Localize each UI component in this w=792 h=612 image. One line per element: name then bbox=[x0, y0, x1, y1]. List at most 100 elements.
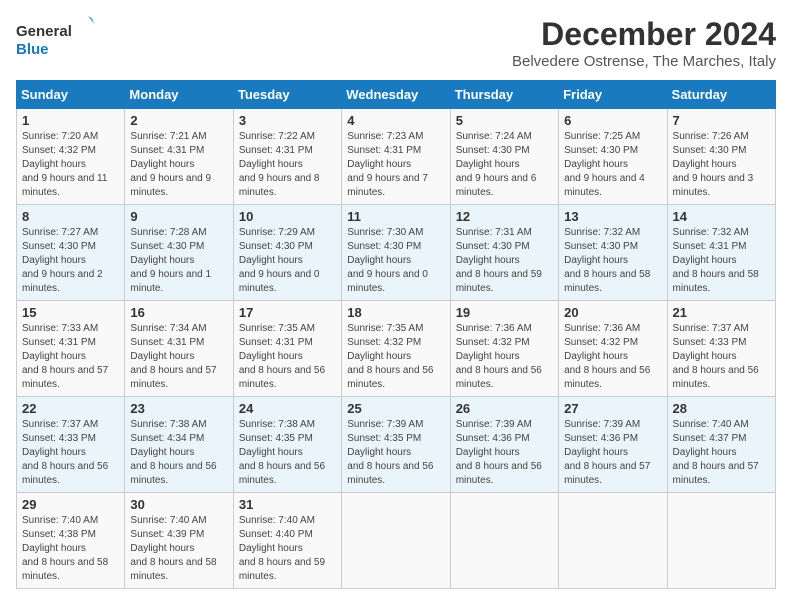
table-cell: 29 Sunrise: 7:40 AMSunset: 4:38 PMDaylig… bbox=[17, 493, 125, 589]
day-number: 11 bbox=[347, 209, 444, 224]
table-cell: 19 Sunrise: 7:36 AMSunset: 4:32 PMDaylig… bbox=[450, 301, 558, 397]
table-cell: 26 Sunrise: 7:39 AMSunset: 4:36 PMDaylig… bbox=[450, 397, 558, 493]
day-info: Sunrise: 7:22 AMSunset: 4:31 PMDaylight … bbox=[239, 131, 320, 198]
day-number: 21 bbox=[673, 305, 770, 320]
table-cell: 21 Sunrise: 7:37 AMSunset: 4:33 PMDaylig… bbox=[667, 301, 775, 397]
day-number: 18 bbox=[347, 305, 444, 320]
day-number: 24 bbox=[239, 401, 336, 416]
table-cell: 24 Sunrise: 7:38 AMSunset: 4:35 PMDaylig… bbox=[233, 397, 341, 493]
table-cell: 30 Sunrise: 7:40 AMSunset: 4:39 PMDaylig… bbox=[125, 493, 233, 589]
day-number: 3 bbox=[239, 113, 336, 128]
day-number: 29 bbox=[22, 497, 119, 512]
day-number: 15 bbox=[22, 305, 119, 320]
day-info: Sunrise: 7:38 AMSunset: 4:35 PMDaylight … bbox=[239, 419, 325, 486]
day-info: Sunrise: 7:30 AMSunset: 4:30 PMDaylight … bbox=[347, 227, 428, 294]
day-info: Sunrise: 7:39 AMSunset: 4:36 PMDaylight … bbox=[564, 419, 650, 486]
table-cell: 9 Sunrise: 7:28 AMSunset: 4:30 PMDayligh… bbox=[125, 205, 233, 301]
day-number: 13 bbox=[564, 209, 661, 224]
table-cell: 8 Sunrise: 7:27 AMSunset: 4:30 PMDayligh… bbox=[17, 205, 125, 301]
day-number: 19 bbox=[456, 305, 553, 320]
table-cell: 20 Sunrise: 7:36 AMSunset: 4:32 PMDaylig… bbox=[559, 301, 667, 397]
calendar-week-row: 22 Sunrise: 7:37 AMSunset: 4:33 PMDaylig… bbox=[17, 397, 776, 493]
day-number: 23 bbox=[130, 401, 227, 416]
col-friday: Friday bbox=[559, 81, 667, 109]
day-info: Sunrise: 7:40 AMSunset: 4:38 PMDaylight … bbox=[22, 515, 108, 582]
day-number: 14 bbox=[673, 209, 770, 224]
day-number: 16 bbox=[130, 305, 227, 320]
day-info: Sunrise: 7:31 AMSunset: 4:30 PMDaylight … bbox=[456, 227, 542, 294]
table-cell: 7 Sunrise: 7:26 AMSunset: 4:30 PMDayligh… bbox=[667, 109, 775, 205]
table-cell: 3 Sunrise: 7:22 AMSunset: 4:31 PMDayligh… bbox=[233, 109, 341, 205]
day-number: 26 bbox=[456, 401, 553, 416]
col-tuesday: Tuesday bbox=[233, 81, 341, 109]
col-thursday: Thursday bbox=[450, 81, 558, 109]
col-saturday: Saturday bbox=[667, 81, 775, 109]
logo: General Blue bbox=[16, 16, 96, 60]
day-info: Sunrise: 7:40 AMSunset: 4:40 PMDaylight … bbox=[239, 515, 325, 582]
table-cell: 14 Sunrise: 7:32 AMSunset: 4:31 PMDaylig… bbox=[667, 205, 775, 301]
day-info: Sunrise: 7:24 AMSunset: 4:30 PMDaylight … bbox=[456, 131, 537, 198]
day-number: 30 bbox=[130, 497, 227, 512]
day-number: 10 bbox=[239, 209, 336, 224]
day-number: 31 bbox=[239, 497, 336, 512]
table-cell: 31 Sunrise: 7:40 AMSunset: 4:40 PMDaylig… bbox=[233, 493, 341, 589]
day-number: 2 bbox=[130, 113, 227, 128]
day-number: 27 bbox=[564, 401, 661, 416]
table-cell: 18 Sunrise: 7:35 AMSunset: 4:32 PMDaylig… bbox=[342, 301, 450, 397]
table-cell: 15 Sunrise: 7:33 AMSunset: 4:31 PMDaylig… bbox=[17, 301, 125, 397]
day-number: 5 bbox=[456, 113, 553, 128]
table-cell bbox=[450, 493, 558, 589]
table-cell: 12 Sunrise: 7:31 AMSunset: 4:30 PMDaylig… bbox=[450, 205, 558, 301]
day-number: 9 bbox=[130, 209, 227, 224]
table-cell: 25 Sunrise: 7:39 AMSunset: 4:35 PMDaylig… bbox=[342, 397, 450, 493]
day-info: Sunrise: 7:37 AMSunset: 4:33 PMDaylight … bbox=[22, 419, 108, 486]
day-info: Sunrise: 7:36 AMSunset: 4:32 PMDaylight … bbox=[564, 323, 650, 390]
table-cell: 5 Sunrise: 7:24 AMSunset: 4:30 PMDayligh… bbox=[450, 109, 558, 205]
day-info: Sunrise: 7:40 AMSunset: 4:37 PMDaylight … bbox=[673, 419, 759, 486]
day-info: Sunrise: 7:33 AMSunset: 4:31 PMDaylight … bbox=[22, 323, 108, 390]
day-number: 12 bbox=[456, 209, 553, 224]
day-info: Sunrise: 7:23 AMSunset: 4:31 PMDaylight … bbox=[347, 131, 428, 198]
svg-text:General: General bbox=[16, 23, 72, 40]
month-title: December 2024 bbox=[512, 16, 776, 53]
col-sunday: Sunday bbox=[17, 81, 125, 109]
table-cell: 22 Sunrise: 7:37 AMSunset: 4:33 PMDaylig… bbox=[17, 397, 125, 493]
table-cell bbox=[667, 493, 775, 589]
day-number: 1 bbox=[22, 113, 119, 128]
table-cell: 16 Sunrise: 7:34 AMSunset: 4:31 PMDaylig… bbox=[125, 301, 233, 397]
day-info: Sunrise: 7:20 AMSunset: 4:32 PMDaylight … bbox=[22, 131, 107, 198]
calendar-week-row: 8 Sunrise: 7:27 AMSunset: 4:30 PMDayligh… bbox=[17, 205, 776, 301]
header-row: Sunday Monday Tuesday Wednesday Thursday… bbox=[17, 81, 776, 109]
day-info: Sunrise: 7:39 AMSunset: 4:35 PMDaylight … bbox=[347, 419, 433, 486]
logo-svg: General Blue bbox=[16, 16, 96, 60]
calendar-week-row: 15 Sunrise: 7:33 AMSunset: 4:31 PMDaylig… bbox=[17, 301, 776, 397]
table-cell: 1 Sunrise: 7:20 AMSunset: 4:32 PMDayligh… bbox=[17, 109, 125, 205]
day-info: Sunrise: 7:29 AMSunset: 4:30 PMDaylight … bbox=[239, 227, 320, 294]
day-number: 8 bbox=[22, 209, 119, 224]
table-cell: 27 Sunrise: 7:39 AMSunset: 4:36 PMDaylig… bbox=[559, 397, 667, 493]
day-info: Sunrise: 7:32 AMSunset: 4:30 PMDaylight … bbox=[564, 227, 650, 294]
day-number: 25 bbox=[347, 401, 444, 416]
table-cell: 6 Sunrise: 7:25 AMSunset: 4:30 PMDayligh… bbox=[559, 109, 667, 205]
table-cell: 17 Sunrise: 7:35 AMSunset: 4:31 PMDaylig… bbox=[233, 301, 341, 397]
table-cell: 23 Sunrise: 7:38 AMSunset: 4:34 PMDaylig… bbox=[125, 397, 233, 493]
day-number: 4 bbox=[347, 113, 444, 128]
day-info: Sunrise: 7:38 AMSunset: 4:34 PMDaylight … bbox=[130, 419, 216, 486]
calendar-week-row: 1 Sunrise: 7:20 AMSunset: 4:32 PMDayligh… bbox=[17, 109, 776, 205]
col-monday: Monday bbox=[125, 81, 233, 109]
table-cell: 11 Sunrise: 7:30 AMSunset: 4:30 PMDaylig… bbox=[342, 205, 450, 301]
table-cell bbox=[559, 493, 667, 589]
day-info: Sunrise: 7:25 AMSunset: 4:30 PMDaylight … bbox=[564, 131, 645, 198]
table-cell: 4 Sunrise: 7:23 AMSunset: 4:31 PMDayligh… bbox=[342, 109, 450, 205]
day-number: 28 bbox=[673, 401, 770, 416]
table-cell: 13 Sunrise: 7:32 AMSunset: 4:30 PMDaylig… bbox=[559, 205, 667, 301]
day-info: Sunrise: 7:40 AMSunset: 4:39 PMDaylight … bbox=[130, 515, 216, 582]
day-number: 17 bbox=[239, 305, 336, 320]
day-info: Sunrise: 7:27 AMSunset: 4:30 PMDaylight … bbox=[22, 227, 103, 294]
table-cell bbox=[342, 493, 450, 589]
day-info: Sunrise: 7:26 AMSunset: 4:30 PMDaylight … bbox=[673, 131, 754, 198]
day-info: Sunrise: 7:35 AMSunset: 4:31 PMDaylight … bbox=[239, 323, 325, 390]
day-number: 7 bbox=[673, 113, 770, 128]
day-info: Sunrise: 7:35 AMSunset: 4:32 PMDaylight … bbox=[347, 323, 433, 390]
day-info: Sunrise: 7:28 AMSunset: 4:30 PMDaylight … bbox=[130, 227, 211, 294]
